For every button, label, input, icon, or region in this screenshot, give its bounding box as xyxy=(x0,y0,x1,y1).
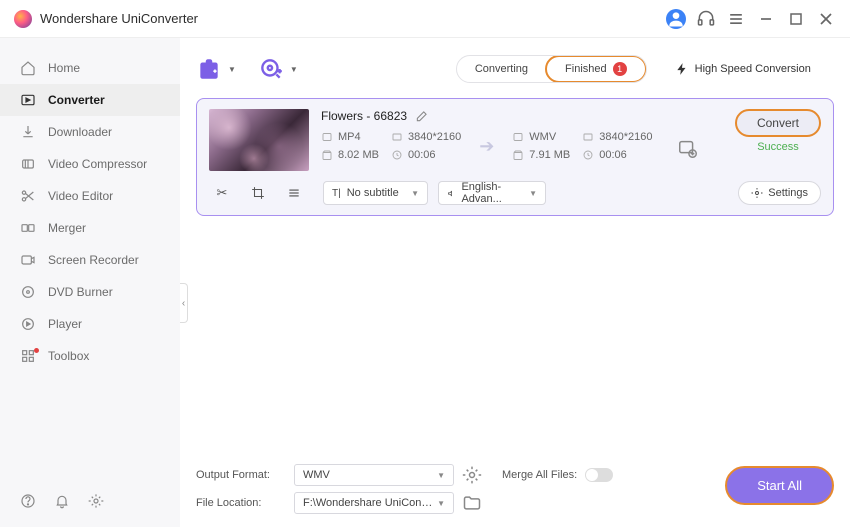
bell-icon[interactable] xyxy=(54,493,70,509)
sidebar-item-label: Downloader xyxy=(48,125,112,139)
output-format-dropdown[interactable]: WMV▼ xyxy=(294,464,454,486)
dst-format: WMV xyxy=(529,131,556,143)
main-content: ▼ ▼ Converting Finished1 High Speed Conv… xyxy=(180,38,850,527)
sidebar-item-converter[interactable]: Converter xyxy=(0,84,180,116)
clock-icon xyxy=(391,149,403,161)
size-icon xyxy=(321,149,333,161)
app-title: Wondershare UniConverter xyxy=(40,11,666,26)
sidebar-item-downloader[interactable]: Downloader xyxy=(0,116,180,148)
merger-icon xyxy=(20,220,36,236)
clock-icon xyxy=(582,149,594,161)
audio-dropdown[interactable]: English-Advan...▼ xyxy=(438,181,546,205)
size-icon xyxy=(512,149,524,161)
add-file-button[interactable] xyxy=(196,56,222,82)
file-card: Flowers - 66823 MP4 8.02 MB 3840*2160 00… xyxy=(196,98,834,216)
minimize-icon[interactable] xyxy=(756,9,776,29)
cut-icon[interactable]: ✂ xyxy=(209,183,235,203)
file-name: Flowers - 66823 xyxy=(321,109,407,123)
chevron-down-icon[interactable]: ▼ xyxy=(228,65,236,74)
sidebar-item-label: Screen Recorder xyxy=(48,253,139,267)
resolution-icon xyxy=(391,131,403,143)
dst-res: 3840*2160 xyxy=(599,131,652,143)
sidebar-item-recorder[interactable]: Screen Recorder xyxy=(0,244,180,276)
toolbox-icon xyxy=(20,348,36,364)
sidebar-item-toolbox[interactable]: Toolbox xyxy=(0,340,180,372)
src-dur: 00:06 xyxy=(408,149,436,161)
bolt-icon xyxy=(675,62,689,76)
sidebar-item-merger[interactable]: Merger xyxy=(0,212,180,244)
src-format: MP4 xyxy=(338,131,361,143)
convert-button[interactable]: Convert xyxy=(735,109,821,137)
sidebar-item-label: Video Compressor xyxy=(48,157,147,171)
sidebar-item-label: Player xyxy=(48,317,82,331)
effects-icon[interactable] xyxy=(281,183,307,203)
compressor-icon xyxy=(20,156,36,172)
edit-icon[interactable] xyxy=(415,109,429,123)
titlebar: Wondershare UniConverter xyxy=(0,0,850,38)
user-avatar-icon[interactable] xyxy=(666,9,686,29)
file-settings-icon[interactable] xyxy=(677,138,699,160)
output-format-label: Output Format: xyxy=(196,469,286,481)
sidebar-item-dvd[interactable]: DVD Burner xyxy=(0,276,180,308)
folder-icon[interactable] xyxy=(462,493,482,513)
play-icon xyxy=(20,316,36,332)
crop-icon[interactable] xyxy=(245,183,271,203)
subtitle-dropdown[interactable]: T|No subtitle▼ xyxy=(323,181,428,205)
dst-size: 7.91 MB xyxy=(529,149,570,161)
resolution-icon xyxy=(582,131,594,143)
sidebar-item-label: Converter xyxy=(48,93,105,107)
start-all-button[interactable]: Start All xyxy=(725,466,834,505)
src-res: 3840*2160 xyxy=(408,131,461,143)
file-location-label: File Location: xyxy=(196,497,286,509)
format-icon xyxy=(321,131,333,143)
src-size: 8.02 MB xyxy=(338,149,379,161)
status-label: Success xyxy=(757,141,799,153)
settings-button[interactable]: Settings xyxy=(738,181,821,205)
sidebar-item-label: Home xyxy=(48,61,80,75)
home-icon xyxy=(20,60,36,76)
tab-converting[interactable]: Converting xyxy=(457,56,546,82)
sidebar-item-label: Video Editor xyxy=(48,189,113,203)
merge-label: Merge All Files: xyxy=(502,469,577,481)
sidebar-item-label: Merger xyxy=(48,221,86,235)
converter-icon xyxy=(20,92,36,108)
download-icon xyxy=(20,124,36,140)
sidebar-item-player[interactable]: Player xyxy=(0,308,180,340)
format-settings-icon[interactable] xyxy=(462,465,482,485)
arrow-right-icon: ➔ xyxy=(479,136,494,157)
app-logo-icon xyxy=(14,10,32,28)
add-dvd-button[interactable] xyxy=(258,56,284,82)
disc-icon xyxy=(20,284,36,300)
merge-toggle[interactable] xyxy=(585,468,613,482)
chevron-down-icon[interactable]: ▼ xyxy=(290,65,298,74)
help-icon[interactable] xyxy=(20,493,36,509)
sidebar-item-label: Toolbox xyxy=(48,349,89,363)
headset-icon[interactable] xyxy=(696,9,716,29)
video-thumbnail[interactable] xyxy=(209,109,309,171)
finished-count-badge: 1 xyxy=(613,62,627,76)
gear-icon[interactable] xyxy=(88,493,104,509)
close-icon[interactable] xyxy=(816,9,836,29)
sidebar-item-editor[interactable]: Video Editor xyxy=(0,180,180,212)
sidebar-item-compressor[interactable]: Video Compressor xyxy=(0,148,180,180)
high-speed-toggle[interactable]: High Speed Conversion xyxy=(675,62,811,76)
sidebar-item-home[interactable]: Home xyxy=(0,52,180,84)
sidebar: Home Converter Downloader Video Compress… xyxy=(0,38,180,527)
format-icon xyxy=(512,131,524,143)
sidebar-item-label: DVD Burner xyxy=(48,285,113,299)
maximize-icon[interactable] xyxy=(786,9,806,29)
file-location-dropdown[interactable]: F:\Wondershare UniConverter▼ xyxy=(294,492,454,514)
tab-finished[interactable]: Finished1 xyxy=(545,55,647,83)
scissors-icon xyxy=(20,188,36,204)
tab-switch: Converting Finished1 xyxy=(456,55,647,83)
menu-icon[interactable] xyxy=(726,9,746,29)
dst-dur: 00:06 xyxy=(599,149,627,161)
recorder-icon xyxy=(20,252,36,268)
